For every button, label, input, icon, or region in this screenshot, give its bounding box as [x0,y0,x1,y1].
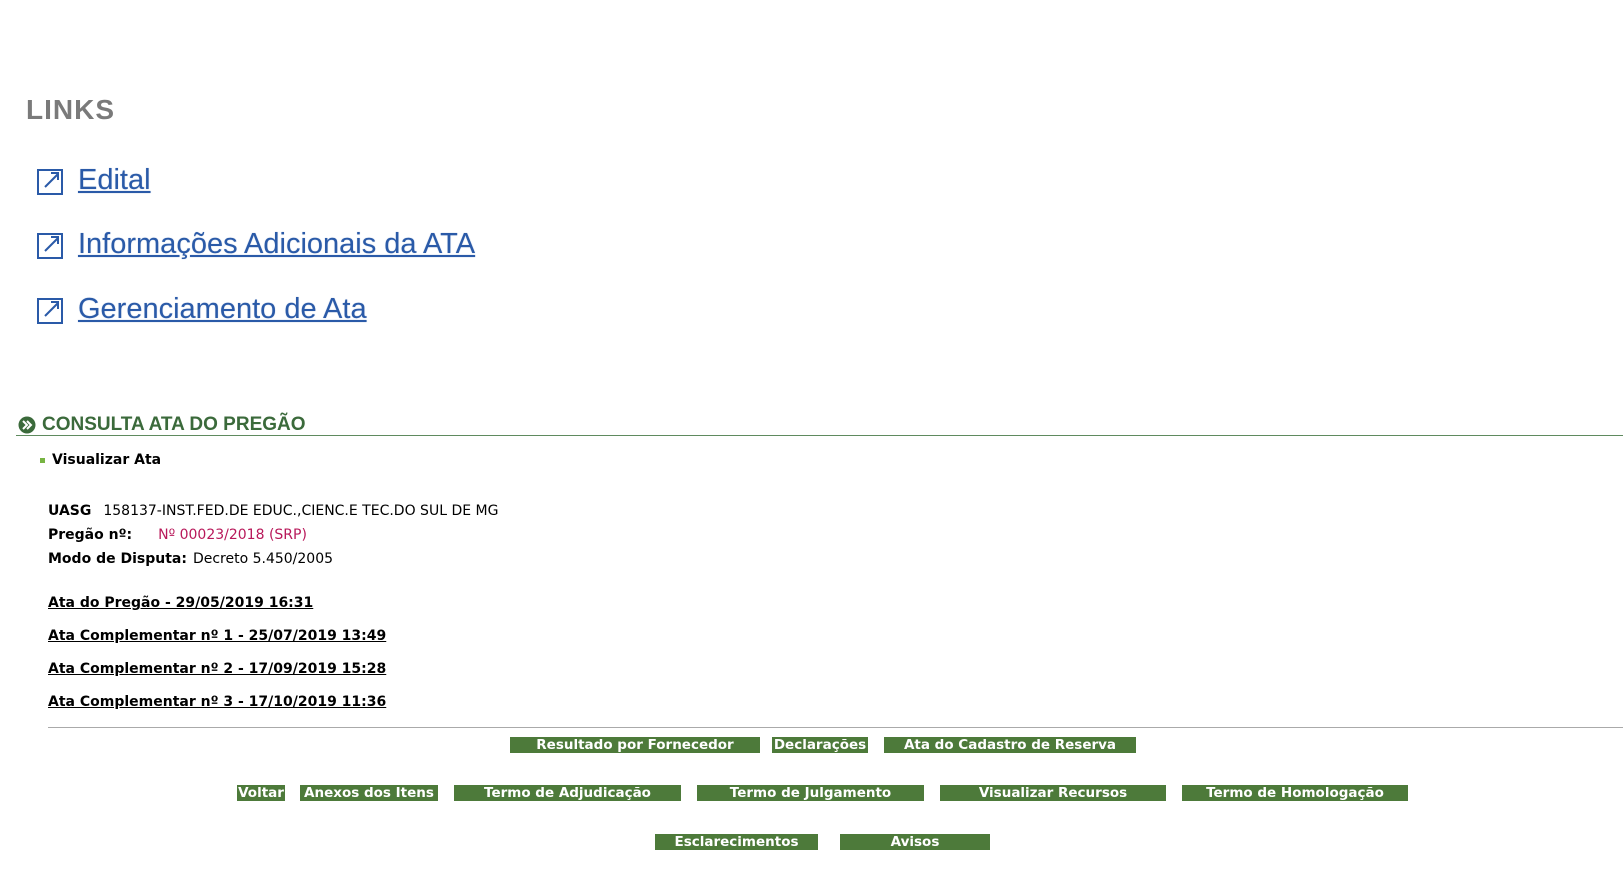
external-link-icon [36,294,68,326]
ata-cadastro-reserva-button[interactable]: Ata do Cadastro de Reserva [884,737,1136,753]
ata-link[interactable]: Ata Complementar nº 1 - 25/07/2019 13:49 [48,628,386,644]
pregao-value: Nº 00023/2018 (SRP) [158,527,307,543]
section-divider [16,435,1623,436]
content-divider [48,727,1623,728]
section-header: CONSULTA ATA DO PREGÃO [18,414,306,436]
bullet-icon [40,457,45,463]
external-link-icon [36,229,68,261]
termo-julgamento-button[interactable]: Termo de Julgamento [697,785,924,801]
double-chevron-right-icon [18,416,36,434]
voltar-button[interactable]: Voltar [237,785,285,801]
section-title: CONSULTA ATA DO PREGÃO [42,414,306,435]
esclarecimentos-button[interactable]: Esclarecimentos [655,834,818,850]
link-informacoes-label[interactable]: Informações Adicionais da ATA [78,228,475,261]
modo-disputa-label: Modo de Disputa: [48,551,187,567]
termo-homologacao-button[interactable]: Termo de Homologação [1182,785,1408,801]
anexos-itens-button[interactable]: Anexos dos Itens [300,785,438,801]
ata-link[interactable]: Ata do Pregão - 29/05/2019 16:31 [48,595,313,611]
external-link-icon [36,165,68,197]
link-informacoes-adicionais[interactable]: Informações Adicionais da ATA [36,228,475,261]
link-gerenciamento-ata[interactable]: Gerenciamento de Ata [36,293,367,326]
avisos-button[interactable]: Avisos [840,834,990,850]
ata-link[interactable]: Ata Complementar nº 3 - 17/10/2019 11:36 [48,694,386,710]
pregao-label: Pregão nº: [48,527,133,543]
uasg-row: UASG 158137-INST.FED.DE EDUC.,CIENC.E TE… [48,503,498,519]
visualizar-recursos-button[interactable]: Visualizar Recursos [940,785,1166,801]
subsection-header: Visualizar Ata [40,452,161,468]
link-edital-label[interactable]: Edital [78,164,151,197]
declaracoes-button[interactable]: Declarações [772,737,868,753]
subsection-title: Visualizar Ata [52,452,162,468]
resultado-fornecedor-button[interactable]: Resultado por Fornecedor [510,737,760,753]
link-gerenciamento-label[interactable]: Gerenciamento de Ata [78,293,367,326]
link-edital[interactable]: Edital [36,164,151,197]
modo-disputa-value: Decreto 5.450/2005 [192,551,334,567]
links-title: LINKS [26,94,115,125]
termo-adjudicacao-button[interactable]: Termo de Adjudicação [454,785,681,801]
ata-link[interactable]: Ata Complementar nº 2 - 17/09/2019 15:28 [48,661,386,677]
pregao-row: Pregão nº: Nº 00023/2018 (SRP) [48,527,307,543]
uasg-label: UASG [48,503,92,519]
modo-disputa-row: Modo de Disputa: Decreto 5.450/2005 [48,551,333,567]
uasg-value: 158137-INST.FED.DE EDUC.,CIENC.E TEC.DO … [103,503,499,519]
